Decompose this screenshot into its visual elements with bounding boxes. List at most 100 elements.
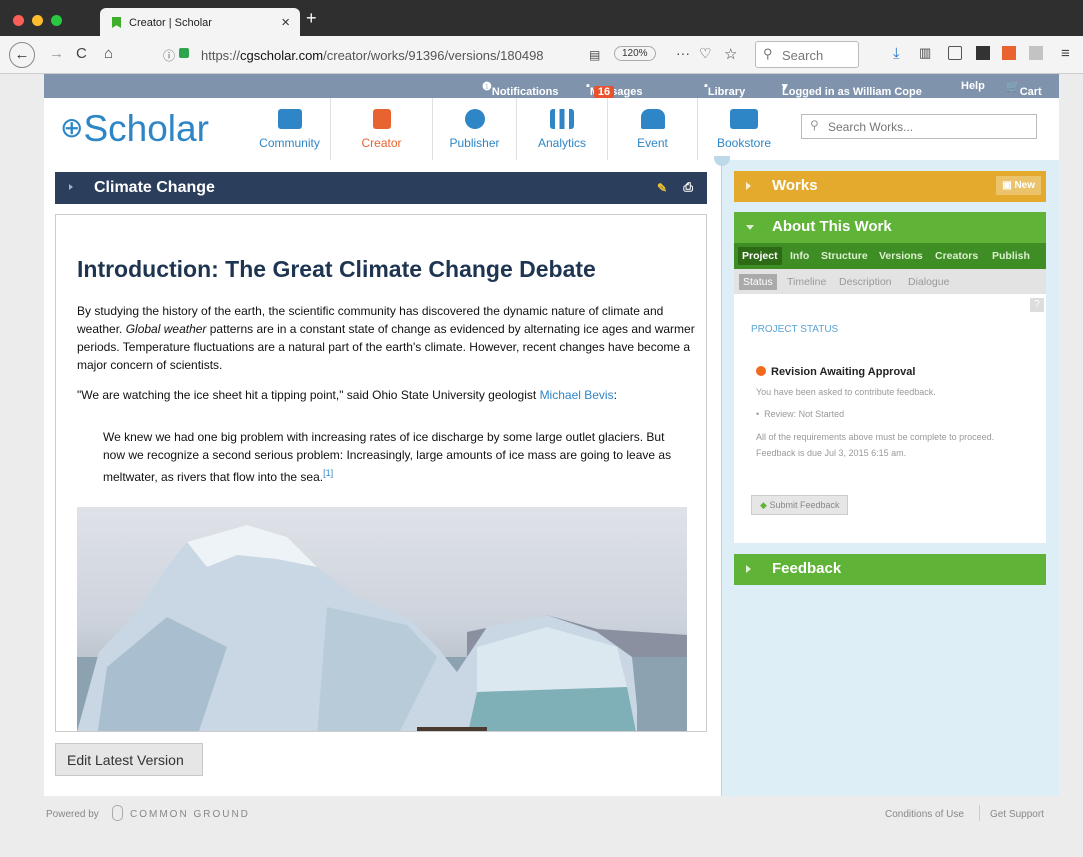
tab-project[interactable]: Project (738, 247, 782, 265)
about-panel-header[interactable]: About This Work (734, 212, 1046, 243)
search-works-placeholder: Search Works... (828, 120, 914, 134)
scholar-logo[interactable]: ⊕Scholar (60, 108, 209, 150)
messages-count-badge: 16 (593, 86, 615, 98)
notifications-link[interactable]: ❶ Notifications (482, 80, 559, 98)
reload-icon[interactable]: C (76, 45, 87, 62)
logged-in-label: Logged in as William Cope (782, 86, 922, 98)
nav-analytics[interactable]: Analytics (517, 98, 608, 160)
subtab-status[interactable]: Status (739, 274, 777, 290)
close-tab-icon[interactable]: × (281, 14, 290, 31)
paragraph-2: "We are watching the ice sheet hit a tip… (77, 386, 697, 404)
minimize-window-icon[interactable] (32, 15, 43, 26)
reader-view-icon[interactable]: ▤ (589, 48, 600, 62)
edit-pencil-icon[interactable]: ✎ (657, 181, 667, 195)
home-icon[interactable]: ⌂ (104, 45, 113, 62)
forward-icon[interactable]: → (49, 45, 64, 62)
expand-arrow-icon (746, 565, 751, 573)
paragraph-2-end: : (613, 388, 617, 402)
library-icon[interactable]: ▥ (919, 45, 931, 61)
nav-bookstore[interactable]: Bookstore (698, 98, 790, 160)
common-ground-brand[interactable]: COMMON GROUND (130, 809, 250, 820)
expand-arrow-icon[interactable] (69, 184, 73, 190)
paragraph-1: By studying the history of the earth, th… (77, 302, 697, 374)
footnote-link[interactable]: [1] (323, 468, 333, 478)
url-path: /creator/works/91396/versions/180498 (323, 48, 544, 63)
subtab-dialogue[interactable]: Dialogue (908, 276, 949, 288)
nav-community[interactable]: Community (249, 98, 331, 160)
paragraph-1-emphasis: Global weather (125, 322, 207, 336)
submit-feedback-button[interactable]: ◆ Submit Feedback (751, 495, 849, 515)
tab-versions[interactable]: Versions (879, 250, 923, 262)
logo-text: Scholar (83, 108, 209, 149)
browser-search-input[interactable]: ⚲ Search (755, 41, 859, 68)
sc-extension-icon[interactable] (1002, 46, 1016, 60)
works-panel-header[interactable]: Works ▣ New (734, 171, 1046, 202)
works-title: Works (772, 177, 818, 194)
tab-publish[interactable]: Publish (992, 250, 1030, 262)
conditions-of-use-link[interactable]: Conditions of Use (885, 809, 964, 820)
iceberg-image (77, 507, 687, 731)
paragraph-2-text: "We are watching the ice sheet hit a tip… (77, 388, 540, 402)
edit-latest-version-button[interactable]: Edit Latest Version (55, 743, 203, 776)
zoom-level[interactable]: 120% (614, 46, 656, 61)
extension-icon[interactable] (1029, 46, 1043, 60)
info-icon[interactable]: ⓘ (163, 47, 175, 64)
feedback-panel-header[interactable]: Feedback (734, 554, 1046, 585)
print-icon[interactable]: ⎙ (683, 180, 693, 195)
nav-publisher[interactable]: Publisher (433, 98, 517, 160)
tab-creators[interactable]: Creators (935, 250, 978, 262)
nav-event[interactable]: Event (608, 98, 698, 160)
subtab-description[interactable]: Description (839, 276, 892, 288)
zoom-window-icon[interactable] (51, 15, 62, 26)
more-icon[interactable]: ··· (676, 45, 690, 61)
new-tab-icon[interactable]: + (306, 8, 317, 29)
expand-arrow-icon (746, 182, 751, 190)
back-icon[interactable]: ← (9, 42, 35, 68)
url-domain: cgscholar.com (240, 48, 324, 63)
common-ground-logo-icon[interactable] (112, 805, 123, 821)
document-column: Climate Change ✎ ⎙ Introduction: The Gre… (44, 160, 721, 796)
cart-link[interactable]: 🛒 Cart (1006, 80, 1042, 98)
tab-info[interactable]: Info (790, 250, 809, 262)
help-link[interactable]: Help (961, 80, 985, 92)
nav-event-label: Event (637, 136, 668, 150)
url-prefix: https:// (201, 48, 241, 63)
project-status-panel: Status Timeline Description Dialogue ? P… (734, 269, 1046, 543)
download-icon[interactable]: ⤓ (893, 45, 900, 62)
user-menu[interactable]: Logged in as William Cope ▾ (782, 80, 922, 98)
nav-creator[interactable]: Creator (331, 98, 433, 160)
pdf-extension-icon[interactable] (976, 46, 990, 60)
search-works-input[interactable]: ⚲ Search Works... (801, 114, 1037, 139)
messages-link[interactable]: ▪ Messages 16 (586, 80, 643, 98)
review-text: Review: Not Started (764, 409, 845, 419)
document-title-bar[interactable]: Climate Change ✎ ⎙ (55, 172, 707, 204)
document-heading: Introduction: The Great Climate Change D… (77, 256, 596, 282)
nav-analytics-label: Analytics (537, 136, 587, 150)
document-content: Introduction: The Great Climate Change D… (55, 214, 707, 732)
sidebar-collapse-handle[interactable] (714, 156, 730, 166)
nav-creator-label: Creator (361, 136, 402, 150)
tab-structure[interactable]: Structure (821, 250, 868, 262)
browser-search-placeholder: Search (782, 48, 824, 63)
collapse-arrow-icon (746, 225, 754, 230)
bookmark-star-icon[interactable]: ☆ (724, 45, 737, 63)
library-link[interactable]: ▪ Library (704, 80, 745, 98)
subtab-timeline[interactable]: Timeline (787, 276, 826, 288)
menu-icon[interactable]: ≡ (1061, 45, 1070, 62)
get-support-link[interactable]: Get Support (990, 809, 1044, 820)
close-window-icon[interactable] (13, 15, 24, 26)
blockquote: We knew we had one big problem with incr… (103, 428, 673, 486)
status-dot-icon (756, 366, 766, 376)
pocket-icon[interactable]: ♡ (699, 45, 712, 62)
lock-icon (179, 48, 189, 58)
bookstore-book-icon (730, 109, 758, 129)
status-subtabs: Status Timeline Description Dialogue (734, 269, 1046, 294)
bookmark-favicon-icon (112, 17, 121, 28)
help-icon[interactable]: ? (1030, 298, 1044, 312)
michael-bevis-link[interactable]: Michael Bevis (540, 388, 614, 402)
about-tabs: Project Info Structure Versions Creators… (734, 243, 1046, 269)
sidebar-icon[interactable] (948, 46, 962, 60)
new-work-button[interactable]: ▣ New (996, 176, 1041, 195)
browser-tab[interactable]: Creator | Scholar × (100, 8, 300, 36)
asked-text: You have been asked to contribute feedba… (756, 387, 936, 397)
